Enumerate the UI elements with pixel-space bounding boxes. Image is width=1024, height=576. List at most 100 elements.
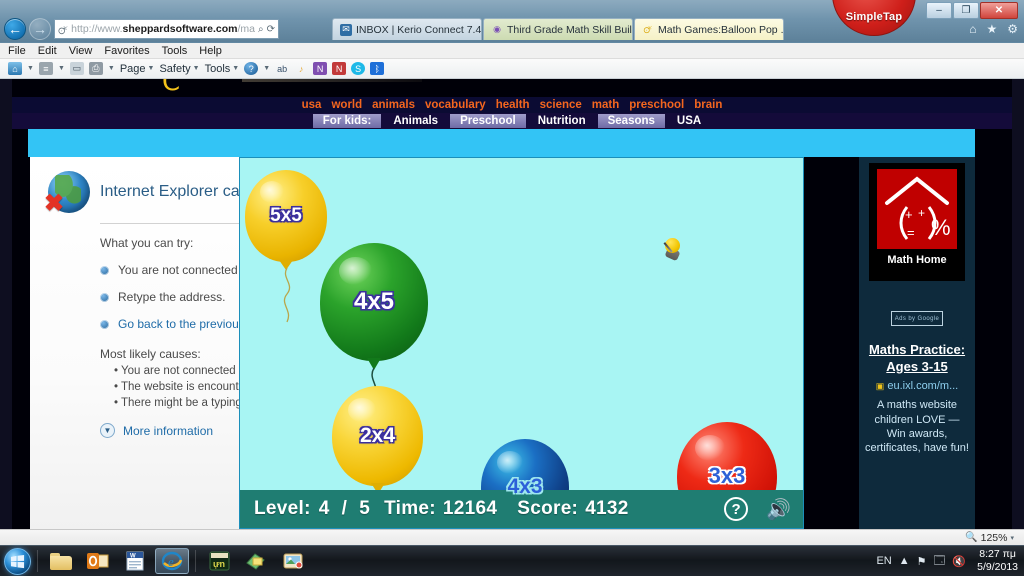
balloon-label: 3x3	[708, 463, 746, 488]
back-button[interactable]: ←	[4, 18, 26, 40]
command-tools[interactable]: Tools ▼	[205, 63, 240, 75]
zoom-indicator[interactable]: 🔍 125% ▾	[965, 532, 1014, 544]
sound-button[interactable]: 🔊	[766, 497, 791, 522]
menu-bar: File Edit View Favorites Tools Help	[0, 43, 1024, 59]
taskbar-item-internet-explorer[interactable]: e	[155, 548, 189, 574]
ie-bullet-text: Retype the address.	[118, 290, 226, 304]
pushpin-cursor-icon	[658, 238, 684, 270]
refresh-icon[interactable]: ⟳	[267, 24, 275, 35]
chevron-down-icon[interactable]: ▼	[263, 65, 270, 72]
music-note-icon[interactable]: ♪	[294, 62, 308, 75]
n-red-icon[interactable]: N	[332, 62, 347, 75]
chevron-down-icon[interactable]: ▼	[58, 65, 65, 72]
spellcheck-icon[interactable]: ab	[275, 62, 289, 75]
nav-link-brain[interactable]: brain	[694, 99, 722, 111]
command-safety[interactable]: Safety ▼	[159, 63, 199, 75]
ie-bullet-not-connected: You are not connected to the Internet.	[100, 263, 244, 277]
balloon-label: 2x4	[359, 424, 396, 447]
kids-link-preschool[interactable]: Preschool	[450, 114, 526, 128]
address-bar[interactable]: 🜚 http://www.sheppardsoftware.com/mathga…	[54, 19, 279, 39]
chevron-down-icon[interactable]: ▼	[27, 65, 34, 72]
home-page-icon[interactable]: ⌂	[8, 62, 22, 75]
chevron-down-icon[interactable]: ▾	[1010, 534, 1014, 542]
balloon-5x5[interactable]: 5x5	[245, 170, 327, 323]
menu-tools[interactable]: Tools	[162, 45, 188, 57]
more-information-toggle[interactable]: ▼ More information	[100, 423, 244, 438]
bullet-dot-icon	[100, 292, 109, 302]
nav-link-science[interactable]: science	[540, 99, 582, 111]
chevron-down-icon[interactable]: ▼	[108, 65, 115, 72]
volume-muted-icon[interactable]: 🔇	[952, 555, 966, 568]
menu-view[interactable]: View	[69, 45, 93, 57]
search-icon[interactable]: ⌕	[258, 24, 264, 35]
menu-file[interactable]: File	[8, 45, 26, 57]
nav-link-usa[interactable]: usa	[302, 99, 322, 111]
sidebar-ad-panel: + + = % Math Home Ads by Google Maths Pr…	[859, 157, 975, 529]
ie-bullet-go-back[interactable]: Go back to the previous page.	[100, 317, 244, 331]
show-hidden-icons[interactable]: ▲	[899, 555, 910, 567]
nav-link-vocabulary[interactable]: vocabulary	[425, 99, 486, 111]
taskbar-item-photos-app[interactable]	[276, 548, 310, 574]
ad-description: A maths website children LOVE — Win awar…	[865, 399, 969, 455]
taskbar-item-outlook[interactable]	[81, 548, 115, 574]
mail-read-icon[interactable]: ▭	[69, 62, 84, 75]
clock[interactable]: 8:27 πμ 5/9/2013	[973, 548, 1018, 574]
taskbar-item-media-app[interactable]: ựn	[202, 548, 236, 574]
nav-link-animals[interactable]: animals	[372, 99, 415, 111]
for-kids-bar: For kids: Animals Preschool Nutrition Se…	[12, 113, 1012, 129]
start-button[interactable]	[4, 547, 31, 575]
skype-icon[interactable]: S	[351, 62, 366, 75]
help-icon[interactable]: ?	[244, 62, 259, 75]
menu-favorites[interactable]: Favorites	[104, 45, 149, 57]
kids-link-usa[interactable]: USA	[667, 114, 711, 128]
help-button[interactable]: ?	[724, 497, 749, 521]
magnifier-icon: 🔍	[965, 532, 978, 543]
menu-help[interactable]: Help	[199, 45, 222, 57]
math-home-button[interactable]: + + = % Math Home	[869, 163, 965, 281]
network-icon[interactable]: ⚑	[917, 555, 927, 568]
balloon-pop-game[interactable]: 5x5 4x5 2x4 4x3 3x3 Level: 4 / 5 Time: 1…	[239, 157, 804, 529]
language-indicator[interactable]: EN	[876, 555, 891, 567]
logo-text-fragment	[242, 79, 422, 82]
favorites-star-icon[interactable]: ★	[986, 22, 997, 36]
menu-edit[interactable]: Edit	[38, 45, 57, 57]
action-center-icon[interactable]: 🗔	[933, 552, 945, 571]
nav-link-math[interactable]: math	[592, 99, 619, 111]
browser-status-bar: 🔍 125% ▾	[0, 529, 1024, 545]
page-viewport: ꓚ usa world animals vocabulary health sc…	[0, 79, 1024, 529]
feeds-icon[interactable]: ≡	[38, 62, 53, 75]
ie-bullet-link[interactable]: Go back to the previous page.	[118, 317, 244, 331]
taskbar-item-word[interactable]: W	[118, 548, 152, 574]
nav-link-health[interactable]: health	[496, 99, 530, 111]
nav-link-preschool[interactable]: preschool	[629, 99, 684, 111]
n-purple-icon[interactable]: N	[313, 62, 328, 75]
tab-balloon-pop[interactable]: 🜚 Math Games:Balloon Pop ... ✕	[634, 18, 784, 40]
command-page[interactable]: Page ▼	[120, 63, 155, 75]
home-icon[interactable]: ⌂	[969, 22, 976, 36]
taskbar-item-notes-app[interactable]	[239, 548, 273, 574]
print-icon[interactable]: ⎙	[88, 62, 103, 75]
ie-error-body: What you can try: You are not connected …	[48, 224, 244, 438]
kids-link-seasons[interactable]: Seasons	[597, 114, 665, 128]
outlook-icon	[87, 553, 109, 569]
game-status-actions: ? 🔊	[724, 497, 791, 522]
globe-error-icon: ✖	[44, 171, 90, 216]
ads-by-google-label: Ads by Google	[894, 315, 940, 322]
taskbar-item-explorer[interactable]	[44, 548, 78, 574]
tab-third-grade-math[interactable]: ◉ Third Grade Math Skill Builders...	[483, 18, 633, 40]
settings-gear-icon[interactable]: ⚙	[1007, 22, 1018, 36]
tab-inbox[interactable]: ✉ INBOX | Kerio Connect 7.4.3 W...	[332, 18, 482, 40]
ad-url[interactable]: ▣ eu.ixl.com/m...	[859, 380, 975, 392]
kids-link-animals[interactable]: Animals	[383, 114, 448, 128]
kids-link-nutrition[interactable]: Nutrition	[528, 114, 596, 128]
chevron-down-icon[interactable]: ▼	[100, 423, 115, 438]
nav-link-world[interactable]: world	[331, 99, 362, 111]
balloon-4x5[interactable]: 4x5	[320, 243, 428, 431]
forward-button[interactable]: →	[29, 18, 51, 40]
svg-text:+: +	[918, 206, 925, 220]
bluetooth-icon[interactable]: ᛒ	[370, 62, 385, 75]
balloon-2x4[interactable]: 2x4	[332, 386, 423, 515]
time-label: Time:	[384, 498, 436, 519]
ad-title-link[interactable]: Maths Practice: Ages 3-15	[859, 342, 975, 375]
word-icon: W	[126, 551, 144, 571]
